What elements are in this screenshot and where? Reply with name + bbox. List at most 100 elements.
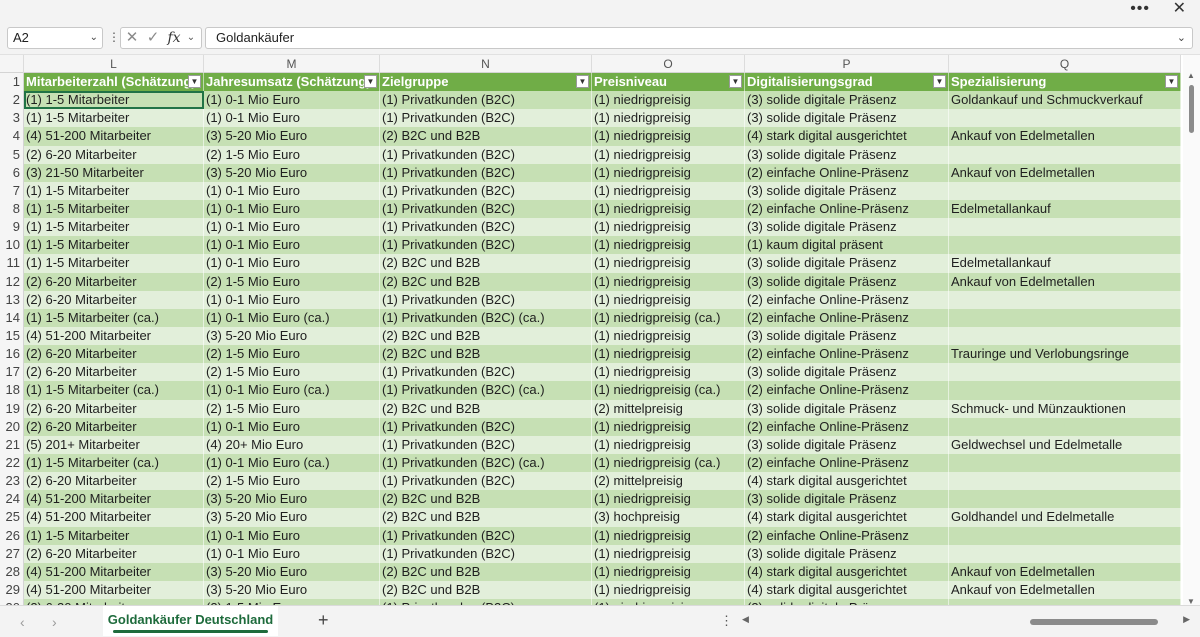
- enter-icon[interactable]: ✓: [143, 28, 163, 48]
- cell-mitarbeiterzahl[interactable]: (2) 6-20 Mitarbeiter: [24, 363, 204, 382]
- row-number[interactable]: 16: [0, 345, 24, 364]
- cell-spezialisierung[interactable]: [949, 326, 1181, 346]
- cell-jahresumsatz[interactable]: (3) 5-20 Mio Euro: [204, 562, 380, 581]
- cell-spezialisierung[interactable]: [949, 453, 1181, 473]
- cell-zielgruppe[interactable]: (1) Privatkunden (B2C): [380, 417, 592, 436]
- cell-digitalisierungsgrad[interactable]: (3) solide digitale Präsenz: [745, 218, 949, 237]
- cell-mitarbeiterzahl[interactable]: (4) 51-200 Mitarbeiter: [24, 490, 204, 509]
- row-number[interactable]: 22: [0, 453, 24, 473]
- cell-digitalisierungsgrad[interactable]: (3) solide digitale Präsenz: [745, 490, 949, 509]
- cell-preisniveau[interactable]: (1) niedrigpreisig: [592, 562, 745, 581]
- row-number[interactable]: 9: [0, 218, 24, 237]
- cell-preisniveau[interactable]: (1) niedrigpreisig: [592, 345, 745, 364]
- cell-jahresumsatz[interactable]: (1) 0-1 Mio Euro: [204, 91, 380, 110]
- row-number[interactable]: 25: [0, 508, 24, 527]
- cell-preisniveau[interactable]: (1) niedrigpreisig: [592, 272, 745, 291]
- cell-preisniveau[interactable]: (1) niedrigpreisig: [592, 417, 745, 436]
- header-cell-zielgruppe[interactable]: Zielgruppe ▼: [380, 73, 592, 92]
- row-number[interactable]: 29: [0, 580, 24, 600]
- column-header-q[interactable]: Q: [949, 55, 1181, 73]
- cell-jahresumsatz[interactable]: (2) 1-5 Mio Euro: [204, 363, 380, 382]
- filter-dropdown-icon[interactable]: ▼: [933, 75, 946, 88]
- cell-spezialisierung[interactable]: [949, 290, 1181, 309]
- cell-spezialisierung[interactable]: [949, 236, 1181, 255]
- chevron-down-icon[interactable]: ⌄: [90, 28, 98, 48]
- cell-spezialisierung[interactable]: [949, 490, 1181, 509]
- cell-preisniveau[interactable]: (1) niedrigpreisig: [592, 236, 745, 255]
- cell-zielgruppe[interactable]: (1) Privatkunden (B2C): [380, 290, 592, 309]
- cell-mitarbeiterzahl[interactable]: (1) 1-5 Mitarbeiter (ca.): [24, 381, 204, 400]
- cell-jahresumsatz[interactable]: (2) 1-5 Mio Euro: [204, 272, 380, 291]
- cell-digitalisierungsgrad[interactable]: (3) solide digitale Präsenz: [745, 435, 949, 454]
- vertical-dots-icon[interactable]: ⋮: [720, 613, 733, 629]
- more-options-icon[interactable]: •••: [1130, 0, 1150, 18]
- cell-mitarbeiterzahl[interactable]: (2) 6-20 Mitarbeiter: [24, 345, 204, 364]
- row-number[interactable]: 14: [0, 308, 24, 327]
- cell-preisniveau[interactable]: (1) niedrigpreisig: [592, 91, 745, 110]
- cell-preisniveau[interactable]: (1) niedrigpreisig: [592, 109, 745, 128]
- cell-preisniveau[interactable]: (3) hochpreisig: [592, 508, 745, 527]
- cell-digitalisierungsgrad[interactable]: (2) einfache Online-Präsenz: [745, 163, 949, 182]
- cell-digitalisierungsgrad[interactable]: (4) stark digital ausgerichtet: [745, 127, 949, 146]
- vertical-scroll-thumb[interactable]: [1189, 85, 1194, 133]
- column-header-m[interactable]: M: [204, 55, 380, 73]
- cell-preisniveau[interactable]: (1) niedrigpreisig (ca.): [592, 453, 745, 473]
- row-number[interactable]: 27: [0, 544, 24, 563]
- cell-spezialisierung[interactable]: Trauringe und Verlobungsringe: [949, 345, 1181, 364]
- insert-function-icon[interactable]: fx: [163, 28, 185, 48]
- cell-mitarbeiterzahl[interactable]: (4) 51-200 Mitarbeiter: [24, 127, 204, 146]
- cell-zielgruppe[interactable]: (1) Privatkunden (B2C): [380, 472, 592, 491]
- cell-digitalisierungsgrad[interactable]: (2) einfache Online-Präsenz: [745, 345, 949, 364]
- cell-jahresumsatz[interactable]: (1) 0-1 Mio Euro (ca.): [204, 308, 380, 327]
- vertical-dots-icon[interactable]: ⋮: [108, 29, 120, 45]
- cell-preisniveau[interactable]: (2) mittelpreisig: [592, 472, 745, 491]
- cell-zielgruppe[interactable]: (1) Privatkunden (B2C): [380, 363, 592, 382]
- cell-mitarbeiterzahl[interactable]: (1) 1-5 Mitarbeiter: [24, 91, 204, 110]
- cell-digitalisierungsgrad[interactable]: (3) solide digitale Präsenz: [745, 544, 949, 563]
- cell-spezialisierung[interactable]: Ankauf von Edelmetallen: [949, 163, 1181, 182]
- cell-mitarbeiterzahl[interactable]: (4) 51-200 Mitarbeiter: [24, 562, 204, 581]
- cell-spezialisierung[interactable]: [949, 381, 1181, 400]
- row-number[interactable]: 8: [0, 199, 24, 219]
- cell-spezialisierung[interactable]: [949, 472, 1181, 491]
- row-number[interactable]: 4: [0, 127, 24, 146]
- cell-mitarbeiterzahl[interactable]: (1) 1-5 Mitarbeiter: [24, 236, 204, 255]
- cell-preisniveau[interactable]: (1) niedrigpreisig: [592, 526, 745, 545]
- cell-digitalisierungsgrad[interactable]: (3) solide digitale Präsenz: [745, 91, 949, 110]
- cell-mitarbeiterzahl[interactable]: (2) 6-20 Mitarbeiter: [24, 145, 204, 164]
- cell-zielgruppe[interactable]: (1) Privatkunden (B2C) (ca.): [380, 453, 592, 473]
- cell-mitarbeiterzahl[interactable]: (1) 1-5 Mitarbeiter: [24, 181, 204, 200]
- cell-digitalisierungsgrad[interactable]: (4) stark digital ausgerichtet: [745, 580, 949, 600]
- row-number[interactable]: 23: [0, 472, 24, 491]
- formula-input[interactable]: Goldankäufer ⌄: [205, 27, 1193, 49]
- expand-formula-icon[interactable]: ⌄: [1177, 28, 1186, 48]
- cell-digitalisierungsgrad[interactable]: (4) stark digital ausgerichtet: [745, 562, 949, 581]
- cell-digitalisierungsgrad[interactable]: (2) einfache Online-Präsenz: [745, 290, 949, 309]
- cell-zielgruppe[interactable]: (1) Privatkunden (B2C) (ca.): [380, 381, 592, 400]
- cell-jahresumsatz[interactable]: (4) 20+ Mio Euro: [204, 435, 380, 454]
- row-number[interactable]: 10: [0, 236, 24, 255]
- cell-zielgruppe[interactable]: (2) B2C und B2B: [380, 272, 592, 291]
- cell-mitarbeiterzahl[interactable]: (2) 6-20 Mitarbeiter: [24, 272, 204, 291]
- cell-zielgruppe[interactable]: (1) Privatkunden (B2C): [380, 109, 592, 128]
- header-cell-jahresumsatz[interactable]: Jahresumsatz (Schätzung) ▼: [204, 73, 380, 92]
- cell-mitarbeiterzahl[interactable]: (1) 1-5 Mitarbeiter: [24, 109, 204, 128]
- cell-jahresumsatz[interactable]: (1) 0-1 Mio Euro: [204, 236, 380, 255]
- cell-digitalisierungsgrad[interactable]: (2) einfache Online-Präsenz: [745, 417, 949, 436]
- row-number[interactable]: 12: [0, 272, 24, 291]
- cell-jahresumsatz[interactable]: (2) 1-5 Mio Euro: [204, 399, 380, 418]
- cell-mitarbeiterzahl[interactable]: (1) 1-5 Mitarbeiter (ca.): [24, 308, 204, 327]
- cell-spezialisierung[interactable]: Geldwechsel und Edelmetalle: [949, 435, 1181, 454]
- cell-spezialisierung[interactable]: [949, 181, 1181, 200]
- cell-zielgruppe[interactable]: (2) B2C und B2B: [380, 562, 592, 581]
- row-number[interactable]: 3: [0, 109, 24, 128]
- cell-jahresumsatz[interactable]: (1) 0-1 Mio Euro: [204, 218, 380, 237]
- cell-spezialisierung[interactable]: [949, 109, 1181, 128]
- row-number[interactable]: 26: [0, 526, 24, 545]
- horizontal-scrollbar[interactable]: ◀ ▶: [738, 614, 1192, 630]
- scroll-right-icon[interactable]: ▶: [1183, 614, 1190, 625]
- cell-digitalisierungsgrad[interactable]: (3) solide digitale Präsenz: [745, 326, 949, 346]
- sheet-tab-goldankaeufer[interactable]: Goldankäufer Deutschland: [103, 606, 278, 636]
- filter-dropdown-icon[interactable]: ▼: [729, 75, 742, 88]
- cell-jahresumsatz[interactable]: (3) 5-20 Mio Euro: [204, 127, 380, 146]
